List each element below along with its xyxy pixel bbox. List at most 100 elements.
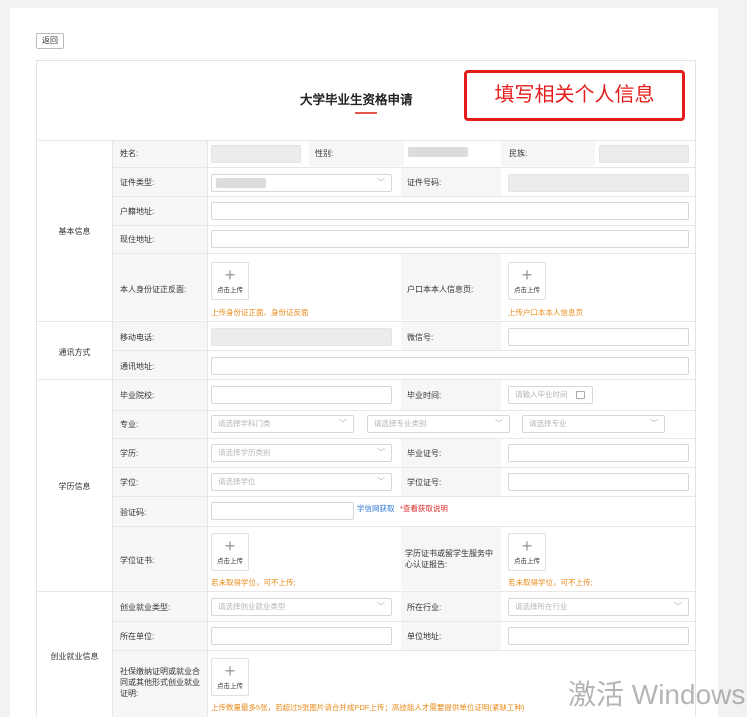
title-underline (355, 112, 377, 114)
id-card-label: 本人身份证正反面: (120, 285, 187, 294)
hukou-label: 户口本本人信息页: (407, 285, 474, 294)
wechat-input[interactable] (508, 328, 689, 346)
major-category-select[interactable]: 请选择学科门类 ﹀ (211, 415, 354, 433)
chevron-down-icon: ﹀ (377, 477, 385, 486)
major-class-select[interactable]: 请选择专业类别 ﹀ (367, 415, 510, 433)
grid-line (37, 379, 696, 380)
chevron-down-icon: ﹀ (650, 419, 658, 428)
chevron-down-icon: ﹀ (377, 448, 385, 457)
grid-line (37, 321, 696, 322)
major-placeholder: 请选择专业 (529, 419, 567, 428)
upload-text: 点击上传 (514, 287, 540, 294)
form-title: 大学毕业生资格申请 (300, 93, 413, 107)
section-basic-info: 基本信息 (58, 227, 91, 236)
major-category-placeholder: 请选择学科门类 (218, 419, 271, 428)
id-type-label: 证件类型: (120, 178, 155, 187)
major-label: 专业: (120, 420, 139, 429)
industry-placeholder: 请选择所在行业 (515, 602, 568, 611)
gender-value[interactable] (408, 147, 468, 157)
id-card-hint: 上传身份证正面、身份证反面 (211, 308, 309, 317)
id-type-value (216, 178, 266, 188)
grid-line (207, 140, 208, 717)
mobile-field[interactable] (211, 328, 392, 346)
school-label: 毕业院校: (120, 391, 155, 400)
major-class-placeholder: 请选择专业类别 (374, 419, 427, 428)
current-address-label: 现住地址: (120, 235, 155, 244)
id-card-upload[interactable]: + 点击上传 (211, 262, 249, 300)
grid-line (112, 496, 696, 497)
cert-report-hint: 若未取得学位，可不上传; (508, 578, 593, 587)
chevron-down-icon: ﹀ (674, 602, 682, 611)
grid-line (112, 350, 696, 351)
hukou-upload[interactable]: + 点击上传 (508, 262, 546, 300)
grid-line (112, 438, 696, 439)
industry-select[interactable]: 请选择所在行业 ﹀ (508, 598, 689, 616)
household-address-input[interactable] (211, 202, 689, 220)
grid-line (112, 526, 696, 527)
grad-time-placeholder: 请输入毕业时间 (515, 390, 568, 399)
section-education: 学历信息 (58, 482, 91, 491)
degree-select[interactable]: 请选择学位 ﹀ (211, 473, 392, 491)
diploma-no-input[interactable] (508, 444, 689, 462)
mobile-label: 移动电话: (120, 333, 155, 342)
employer-address-label: 单位地址: (407, 632, 442, 641)
name-label: 姓名: (120, 149, 139, 158)
plus-icon: + (224, 661, 236, 681)
education-level-placeholder: 请选择学历类别 (218, 448, 271, 457)
plus-icon: + (224, 536, 236, 556)
name-field[interactable] (211, 145, 301, 163)
degree-no-label: 学位证号: (407, 478, 442, 487)
plus-icon: + (521, 536, 533, 556)
grid-line (112, 650, 696, 651)
employer-address-input[interactable] (508, 627, 689, 645)
chevron-down-icon: ﹀ (377, 602, 385, 611)
back-button[interactable]: 返回 (36, 33, 64, 49)
degree-no-input[interactable] (508, 473, 689, 491)
upload-text: 点击上传 (217, 558, 243, 565)
cert-report-upload[interactable]: + 点击上传 (508, 533, 546, 571)
annotation-box: 填写相关个人信息 (464, 70, 685, 121)
diploma-no-label: 毕业证号: (407, 449, 442, 458)
employment-type-placeholder: 请选择创业就业类型 (218, 602, 286, 611)
section-contact: 通讯方式 (58, 348, 91, 357)
grid-line (112, 167, 696, 168)
ethnicity-field[interactable] (599, 145, 689, 163)
employment-type-label: 创业就业类型: (120, 603, 171, 612)
id-number-field[interactable] (508, 174, 689, 192)
grad-time-label: 毕业时间: (407, 391, 442, 400)
mailing-address-label: 通讯地址: (120, 362, 155, 371)
id-number-label: 证件号码: (407, 178, 442, 187)
degree-cert-upload[interactable]: + 点击上传 (211, 533, 249, 571)
wechat-label: 微信号: (407, 333, 434, 342)
grid-line (37, 591, 696, 592)
employment-type-select[interactable]: 请选择创业就业类型 ﹀ (211, 598, 392, 616)
grid-line (112, 140, 113, 717)
mailing-address-input[interactable] (211, 357, 689, 375)
upload-text: 点击上传 (217, 287, 243, 294)
calendar-icon (576, 391, 585, 399)
education-level-select[interactable]: 请选择学历类别 ﹀ (211, 444, 392, 462)
grad-time-picker[interactable]: 请输入毕业时间 (508, 386, 593, 404)
section-employment: 创业就业信息 (50, 652, 99, 661)
employer-label: 所在单位: (120, 632, 155, 641)
grid-line (112, 225, 696, 226)
major-select[interactable]: 请选择专业 ﹀ (522, 415, 665, 433)
household-address-label: 户籍地址: (120, 207, 155, 216)
employer-input[interactable] (211, 627, 392, 645)
ethnicity-label: 民族: (509, 149, 528, 158)
social-security-hint: 上传数量最多5张，若超过5张图片请合并成PDF上传；高技能人才需要提供单位证明(… (211, 703, 525, 712)
current-address-input[interactable] (211, 230, 689, 248)
degree-label: 学位: (120, 478, 139, 487)
chsi-link[interactable]: 学信网获取 (357, 503, 395, 514)
verify-code-input[interactable] (211, 502, 354, 520)
plus-icon: + (521, 265, 533, 285)
upload-text: 点击上传 (217, 683, 243, 690)
upload-text: 点击上传 (514, 558, 540, 565)
degree-cert-hint: 若未取得学位，可不上传; (211, 578, 296, 587)
verify-help-link[interactable]: *查看获取说明 (400, 503, 448, 514)
grid-line (112, 196, 696, 197)
social-security-upload[interactable]: + 点击上传 (211, 658, 249, 696)
windows-watermark: 激活 Windows (568, 679, 746, 710)
social-security-label: 社保缴纳证明或就业合同或其他形式创业就业证明: (120, 667, 200, 698)
school-input[interactable] (211, 386, 392, 404)
